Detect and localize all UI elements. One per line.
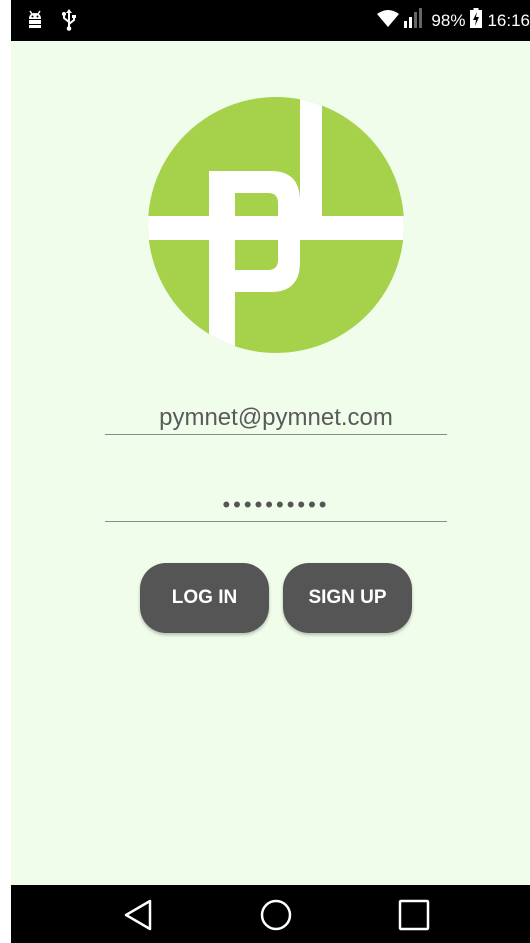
android-debug-icon <box>25 10 45 35</box>
app-screen: 98% 16:16 pymnet@pymnet.com •••••••••• L… <box>11 0 530 943</box>
usb-icon <box>61 9 77 36</box>
pymnet-logo <box>148 97 404 353</box>
navigation-bar <box>11 885 530 943</box>
recent-apps-icon[interactable] <box>398 899 430 936</box>
status-time: 16:16 <box>487 10 530 30</box>
status-bar: 98% 16:16 <box>11 0 530 41</box>
login-button[interactable]: LOG IN <box>140 563 269 633</box>
signal-icon <box>404 8 423 33</box>
email-field[interactable]: pymnet@pymnet.com <box>105 404 447 435</box>
password-field[interactable]: •••••••••• <box>105 490 447 522</box>
battery-charging-icon <box>470 8 483 33</box>
back-icon[interactable] <box>123 899 153 936</box>
signup-button[interactable]: SIGN UP <box>283 563 412 633</box>
home-icon[interactable] <box>259 899 293 936</box>
battery-percent: 98% <box>431 10 466 30</box>
wifi-icon <box>377 9 400 32</box>
